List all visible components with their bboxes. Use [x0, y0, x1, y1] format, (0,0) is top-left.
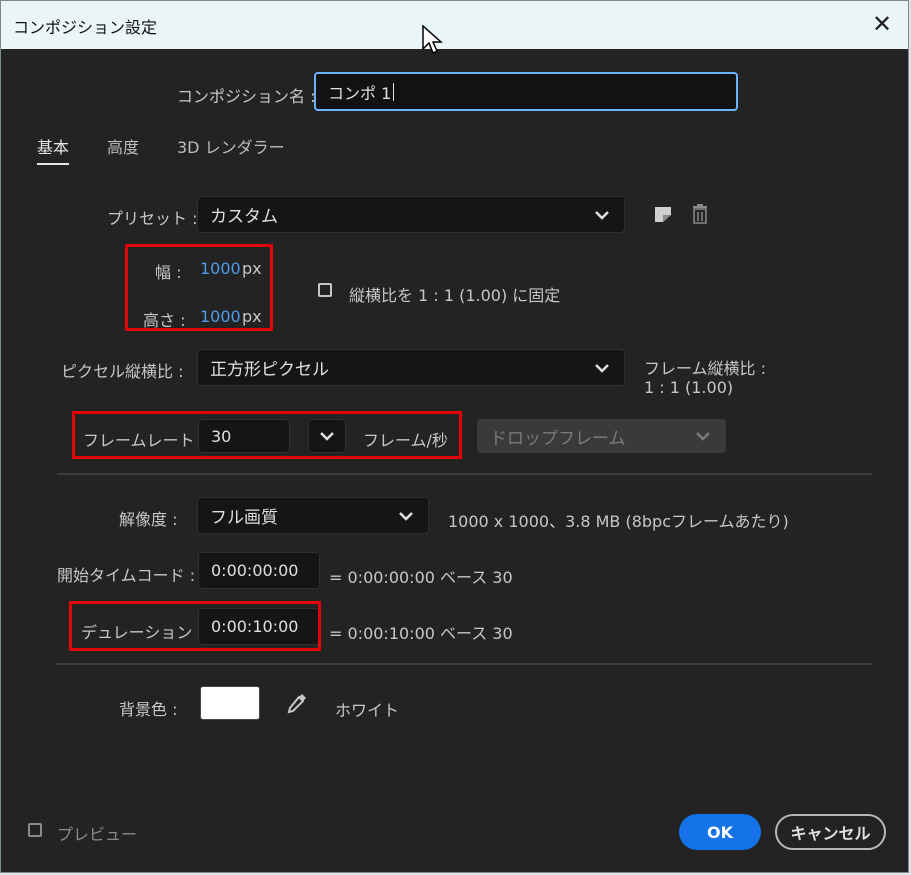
window-title: コンポジション設定: [13, 18, 158, 37]
resolution-info: 1000 x 1000、3.8 MB (8bpcフレームあたり): [448, 512, 789, 531]
eyedropper-icon[interactable]: [285, 691, 309, 715]
duration-info: = 0:00:10:00 ベース 30: [329, 624, 513, 643]
bg-color-name: ホワイト: [335, 701, 400, 720]
resolution-label: 解像度 :: [119, 510, 178, 529]
divider: [57, 663, 872, 665]
text-caret: [393, 82, 395, 101]
preset-value: カスタム: [210, 207, 278, 227]
resolution-select[interactable]: フル画質: [197, 497, 429, 534]
composition-settings-dialog: コンポジション設定 ✕ コンポジション名 : コンポ 1 基本 高度 3D レン…: [0, 0, 909, 873]
frame-aspect-value: 1 : 1 (1.00): [644, 378, 734, 397]
ok-button[interactable]: OK: [679, 814, 761, 850]
pixel-aspect-label: ピクセル縦横比 :: [61, 362, 184, 381]
start-timecode-info: = 0:00:00:00 ベース 30: [329, 568, 513, 587]
preview-checkbox[interactable]: [28, 823, 42, 837]
divider: [57, 473, 872, 475]
preset-select[interactable]: カスタム: [197, 196, 625, 233]
drop-frame-select[interactable]: ドロップフレーム: [477, 419, 726, 453]
chevron-down-icon: [595, 210, 609, 220]
start-timecode-input[interactable]: 0:00:00:00: [198, 552, 320, 589]
mouse-cursor-icon: [422, 25, 443, 55]
start-timecode-value: 0:00:00:00: [211, 561, 299, 580]
highlight-duration-box: [69, 601, 321, 651]
bg-color-label: 背景色 :: [119, 700, 178, 719]
comp-name-value: コンポ 1: [328, 83, 392, 103]
save-preset-icon[interactable]: [653, 205, 673, 223]
drop-frame-value: ドロップフレーム: [490, 428, 626, 449]
chevron-down-icon: [595, 363, 609, 373]
lock-aspect-label: 縦横比を 1 : 1 (1.00) に固定: [349, 286, 561, 305]
cancel-button[interactable]: キャンセル: [775, 814, 886, 850]
tab-3d-renderer[interactable]: 3D レンダラー: [177, 134, 285, 158]
trash-icon[interactable]: [691, 204, 709, 224]
tab-basic[interactable]: 基本: [37, 134, 70, 165]
chevron-down-icon: [696, 432, 710, 441]
resolution-value: フル画質: [210, 508, 278, 528]
close-icon: ✕: [871, 10, 893, 38]
comp-name-input[interactable]: コンポ 1: [314, 72, 738, 111]
close-button[interactable]: ✕: [862, 5, 902, 43]
pixel-aspect-value: 正方形ピクセル: [210, 360, 329, 380]
preset-label: プリセット :: [107, 209, 198, 228]
highlight-size-box: [125, 244, 273, 331]
preview-label: プレビュー: [57, 825, 138, 844]
start-timecode-label: 開始タイムコード :: [57, 566, 196, 585]
pixel-aspect-select[interactable]: 正方形ピクセル: [197, 349, 625, 386]
title-bar: コンポジション設定 ✕: [1, 1, 908, 49]
highlight-frame-rate-box: [72, 411, 462, 459]
bg-color-swatch[interactable]: [200, 686, 260, 720]
tab-advanced[interactable]: 高度: [107, 134, 139, 158]
chevron-down-icon: [399, 511, 413, 521]
lock-aspect-checkbox[interactable]: [318, 283, 332, 297]
frame-aspect-label: フレーム縦横比 :: [644, 359, 766, 378]
comp-name-label: コンポジション名 :: [177, 87, 316, 106]
